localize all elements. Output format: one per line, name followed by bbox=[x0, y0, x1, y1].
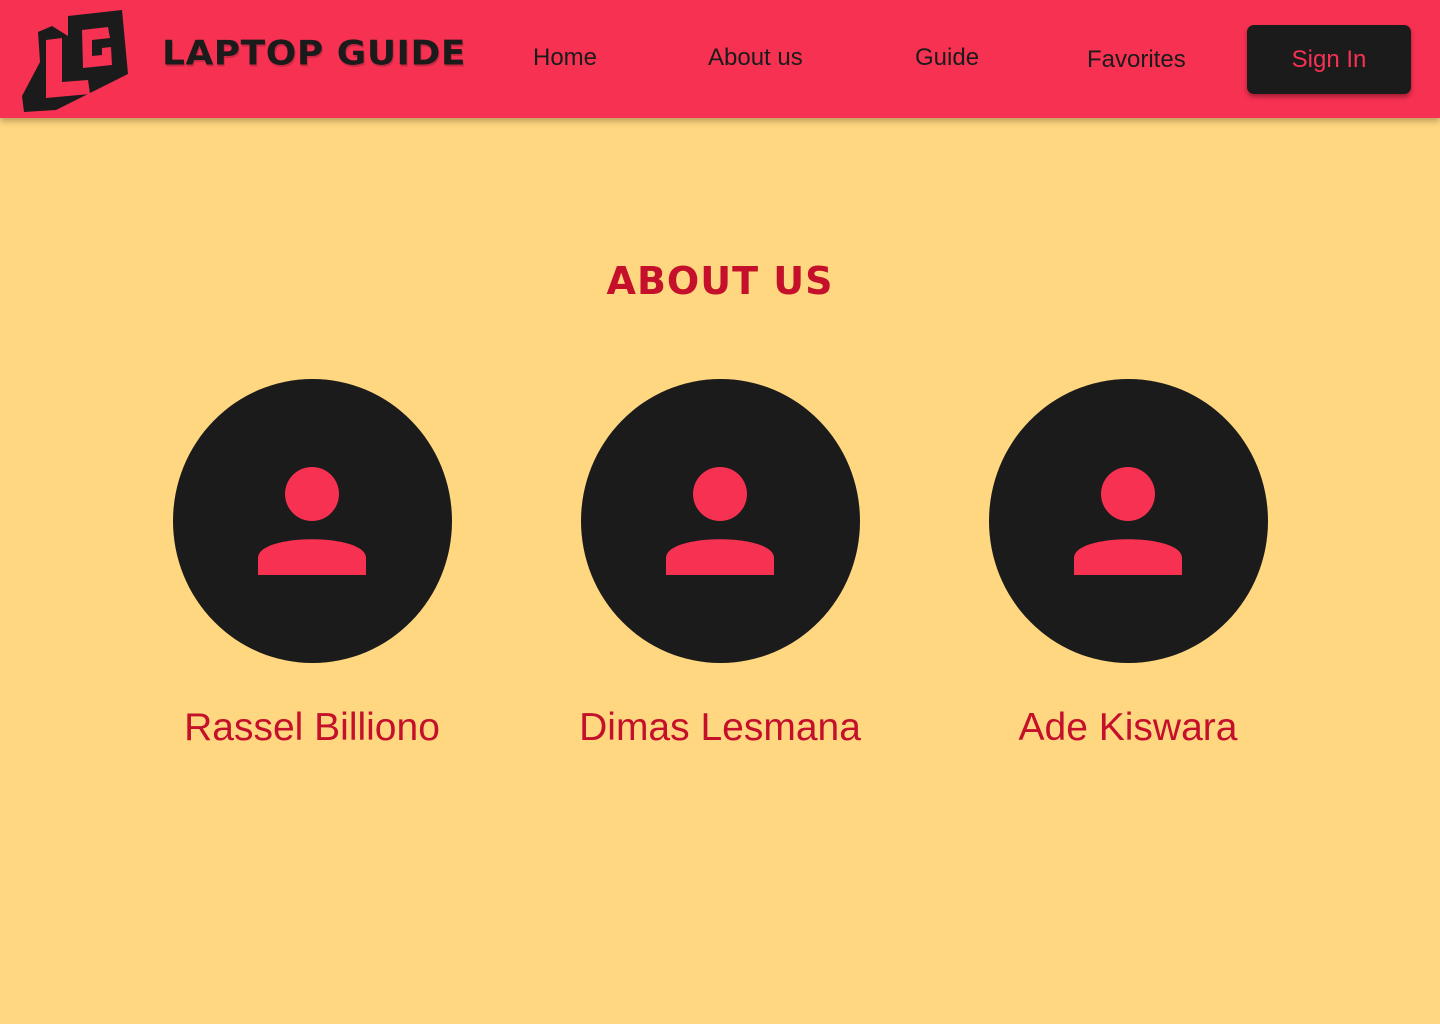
member-name: Dimas Lesmana bbox=[579, 706, 861, 749]
sign-in-button[interactable]: Sign In bbox=[1247, 25, 1411, 94]
team-member-card: Dimas Lesmana bbox=[560, 379, 880, 747]
member-name: Rassel Billiono bbox=[184, 706, 440, 749]
brand-name[interactable]: LAPTOP GUIDE bbox=[162, 36, 466, 71]
team-member-card: Rassel Billiono bbox=[152, 379, 472, 747]
person-icon bbox=[1073, 467, 1182, 575]
nav-about-us[interactable]: About us bbox=[708, 46, 803, 70]
team-member-card: Ade Kiswara bbox=[968, 379, 1288, 747]
laptop-guide-logo-icon bbox=[22, 10, 128, 112]
member-name: Ade Kiswara bbox=[1018, 706, 1238, 749]
person-icon bbox=[257, 467, 366, 575]
nav-home[interactable]: Home bbox=[533, 46, 597, 70]
avatar bbox=[988, 379, 1268, 663]
nav-favorites[interactable]: Favorites bbox=[1087, 48, 1186, 72]
nav-guide[interactable]: Guide bbox=[915, 46, 979, 70]
avatar bbox=[580, 379, 860, 663]
person-icon bbox=[665, 467, 774, 575]
page-title: ABOUT US bbox=[606, 259, 834, 303]
avatar bbox=[172, 379, 452, 663]
navbar: LAPTOP GUIDE Home About us Guide Favorit… bbox=[0, 0, 1440, 118]
brand-logo[interactable] bbox=[16, 10, 132, 114]
